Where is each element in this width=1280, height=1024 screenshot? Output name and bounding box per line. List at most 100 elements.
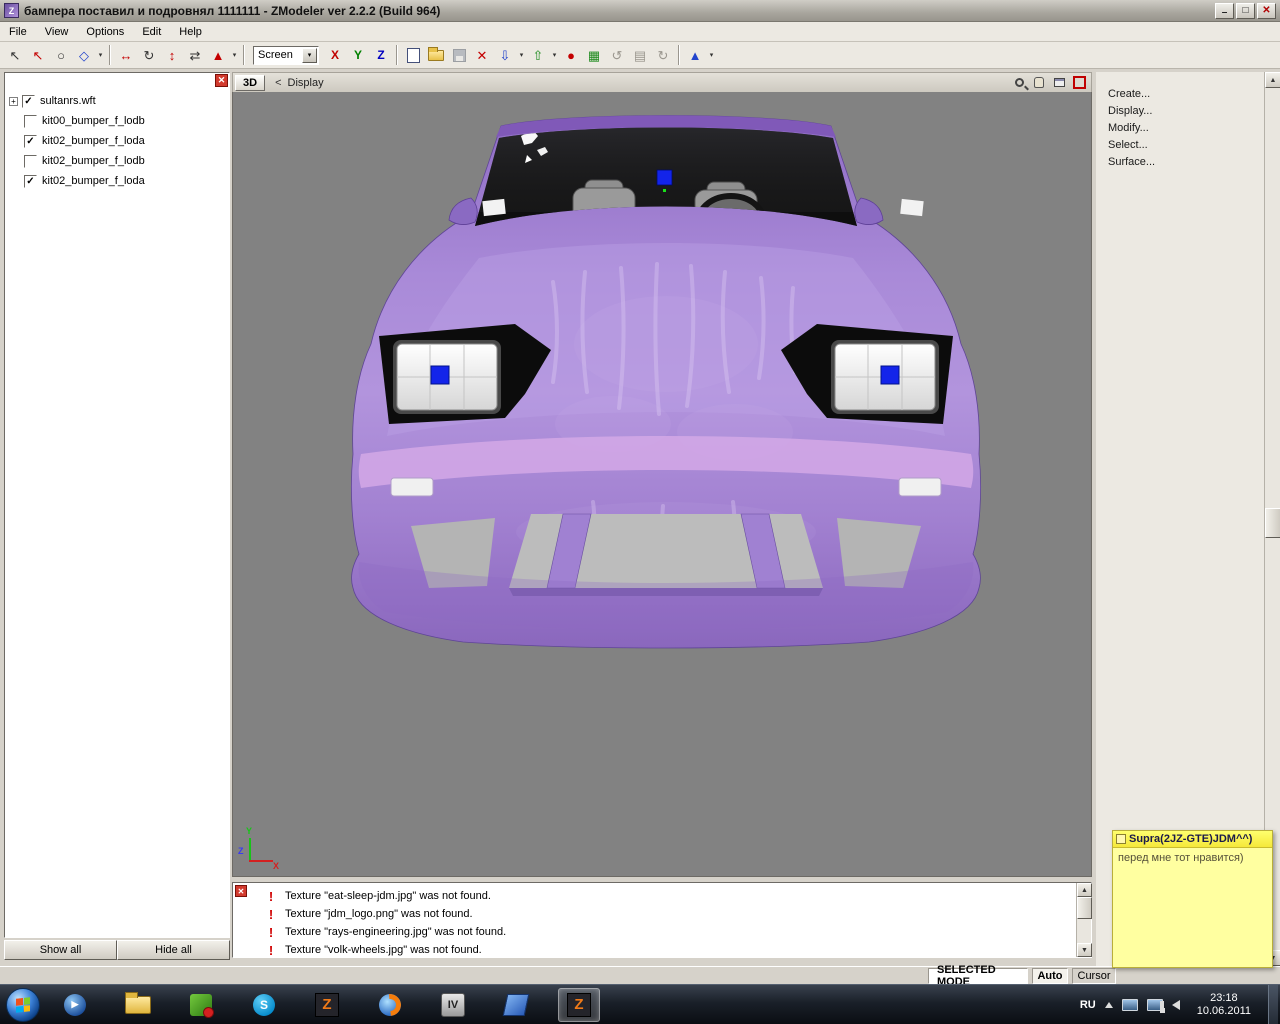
undo-icon[interactable]: ↺ xyxy=(606,44,628,66)
export-icon[interactable]: ⇧ xyxy=(527,44,549,66)
auto-toggle[interactable]: Auto xyxy=(1032,967,1068,984)
visibility-checkbox[interactable] xyxy=(24,114,37,128)
tree-item-sultanrs[interactable]: sultanrs.wft xyxy=(7,91,227,111)
menu-edit[interactable]: Edit xyxy=(133,24,170,40)
scale-icon[interactable]: ↕ xyxy=(161,44,183,66)
windows-logo-icon xyxy=(16,996,30,1013)
view-window-icon[interactable] xyxy=(1051,76,1067,90)
material-dropdown-icon[interactable] xyxy=(707,44,716,66)
taskbar-explorer-icon[interactable] xyxy=(117,988,159,1022)
mirror-icon[interactable]: ⇄ xyxy=(184,44,206,66)
tree-item-kit02-lodb[interactable]: kit02_bumper_f_lodb xyxy=(7,151,227,171)
note-body[interactable]: перед мне тот нравится) xyxy=(1113,848,1272,868)
y-axis-label: Y xyxy=(246,826,253,836)
axis-x-toggle[interactable]: X xyxy=(324,44,346,66)
delete-icon[interactable]: ✕ xyxy=(471,44,493,66)
tree-item-kit00-lodb[interactable]: kit00_bumper_f_lodb xyxy=(7,111,227,131)
minimize-button[interactable] xyxy=(1215,2,1234,19)
new-file-icon[interactable] xyxy=(402,44,424,66)
select-quad-icon[interactable]: ↖ xyxy=(27,44,49,66)
hidden-icons-chevron[interactable] xyxy=(1104,1001,1113,1008)
visibility-checkbox[interactable] xyxy=(22,94,35,108)
open-file-icon[interactable] xyxy=(425,44,447,66)
chevron-down-icon[interactable] xyxy=(302,47,317,63)
close-log-icon[interactable] xyxy=(235,885,247,897)
scroll-up-icon[interactable] xyxy=(1077,883,1092,897)
redo-icon[interactable]: ↻ xyxy=(652,44,674,66)
viewport-mode-tab[interactable]: 3D xyxy=(235,74,266,91)
show-desktop-button[interactable] xyxy=(1268,984,1278,1024)
space-mode-select[interactable]: Screen xyxy=(253,45,319,65)
menu-options[interactable]: Options xyxy=(77,24,133,40)
scrollbar-thumb[interactable] xyxy=(1265,508,1280,538)
taskbar-media-player-icon[interactable] xyxy=(54,988,96,1022)
scroll-down-icon[interactable] xyxy=(1077,943,1092,957)
log-scrollbar[interactable] xyxy=(1076,883,1092,957)
start-button[interactable] xyxy=(6,987,40,1022)
scroll-up-icon[interactable] xyxy=(1265,72,1280,88)
viewport-back-button[interactable]: < xyxy=(275,77,281,89)
log-panel: Texture "eat-sleep-jdm.jpg" was not foun… xyxy=(232,882,1092,958)
taskbar-vegas-icon[interactable] xyxy=(495,988,537,1022)
export-dropdown-icon[interactable] xyxy=(550,44,559,66)
maximize-viewport-icon[interactable] xyxy=(1071,76,1087,90)
extrude-icon[interactable]: ▲ xyxy=(207,44,229,66)
log-entry: Texture "eat-sleep-jdm.jpg" was not foun… xyxy=(263,887,1073,905)
display-tray-icon[interactable] xyxy=(1121,998,1138,1011)
close-button[interactable] xyxy=(1257,2,1276,19)
axis-z-toggle[interactable]: Z xyxy=(370,44,392,66)
scrollbar-thumb[interactable] xyxy=(1077,897,1092,919)
visibility-checkbox[interactable] xyxy=(24,154,37,168)
move-icon[interactable]: ↔ xyxy=(115,44,137,66)
visibility-checkbox[interactable] xyxy=(24,174,37,188)
taskbar-zmodeler-icon[interactable] xyxy=(306,988,348,1022)
rotate-icon[interactable]: ↻ xyxy=(138,44,160,66)
zoom-icon[interactable] xyxy=(1011,76,1027,90)
close-panel-icon[interactable] xyxy=(215,74,228,87)
command-display[interactable]: Display... xyxy=(1108,105,1155,122)
space-mode-value: Screen xyxy=(258,49,293,61)
menu-file[interactable]: File xyxy=(0,24,36,40)
material-editor-icon[interactable]: ▲ xyxy=(684,44,706,66)
tree-item-kit02-loda[interactable]: kit02_bumper_f_loda xyxy=(7,131,227,151)
taskbar-zmodeler-active-icon[interactable] xyxy=(558,987,600,1022)
taskbar-firefox-icon[interactable] xyxy=(369,988,411,1022)
volume-tray-icon[interactable] xyxy=(1159,999,1180,1010)
command-surface[interactable]: Surface... xyxy=(1108,156,1155,173)
viewport-3d-canvas[interactable]: Y X Z xyxy=(232,92,1092,877)
command-create[interactable]: Create... xyxy=(1108,88,1155,105)
select-circle-icon[interactable]: ○ xyxy=(50,44,72,66)
visibility-checkbox[interactable] xyxy=(24,134,37,148)
history-icon[interactable]: ▤ xyxy=(629,44,651,66)
taskbar-skype-icon[interactable] xyxy=(243,988,285,1022)
sticky-note-header[interactable]: Supra(2JZ-GTE)JDM^^) xyxy=(1113,831,1272,848)
expander-icon[interactable] xyxy=(9,96,18,106)
select-icon[interactable]: ↖ xyxy=(4,44,26,66)
render-icon[interactable]: ● xyxy=(560,44,582,66)
transform-dropdown-icon[interactable] xyxy=(230,44,239,66)
cursor-toggle[interactable]: Cursor xyxy=(1072,967,1116,984)
taskbar-clock[interactable]: 23:18 10.06.2011 xyxy=(1189,992,1259,1018)
maximize-button[interactable] xyxy=(1236,2,1255,19)
language-indicator[interactable]: RU xyxy=(1080,999,1096,1011)
command-modify[interactable]: Modify... xyxy=(1108,122,1155,139)
titlebar[interactable]: бампера поставил и подровнял 1111111 - Z… xyxy=(0,0,1280,22)
save-icon[interactable] xyxy=(448,44,470,66)
pan-hand-icon[interactable] xyxy=(1031,76,1047,90)
hide-all-button[interactable]: Hide all xyxy=(117,940,230,960)
import-icon[interactable]: ⇩ xyxy=(494,44,516,66)
select-dropdown-icon[interactable] xyxy=(96,44,105,66)
import-dropdown-icon[interactable] xyxy=(517,44,526,66)
menu-view[interactable]: View xyxy=(36,24,78,40)
axis-y-toggle[interactable]: Y xyxy=(347,44,369,66)
select-poly-icon[interactable]: ◇ xyxy=(73,44,95,66)
selected-mode-toggle[interactable]: SELECTED MODE xyxy=(928,964,1028,988)
taskbar-gta-iv-icon[interactable] xyxy=(432,988,474,1022)
viewport-view-name[interactable]: Display xyxy=(288,77,324,89)
show-all-button[interactable]: Show all xyxy=(4,940,117,960)
command-select[interactable]: Select... xyxy=(1108,139,1155,156)
menu-help[interactable]: Help xyxy=(170,24,211,40)
taskbar-utility-icon[interactable] xyxy=(180,988,222,1022)
tree-item-kit02-loda-2[interactable]: kit02_bumper_f_loda xyxy=(7,171,227,191)
grid-settings-icon[interactable]: ▦ xyxy=(583,44,605,66)
